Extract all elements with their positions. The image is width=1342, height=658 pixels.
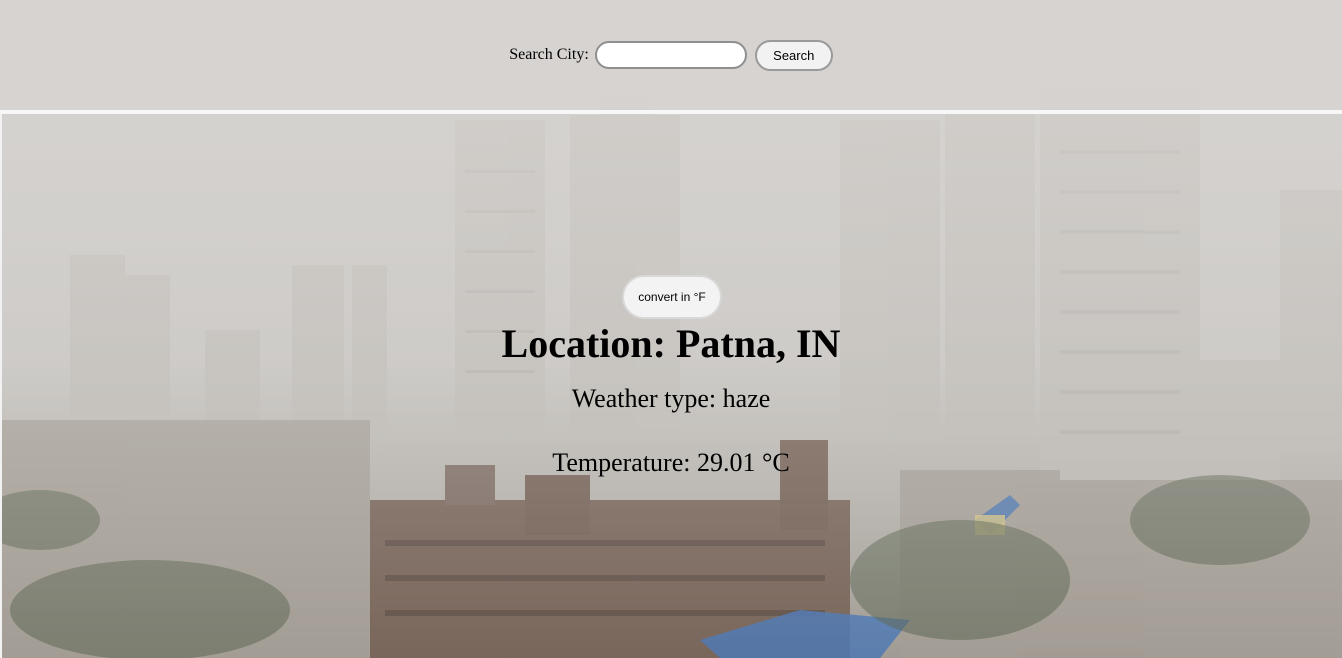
location-heading: Location: Patna, IN: [501, 321, 841, 366]
convert-to-fahrenheit-button[interactable]: convert in °F: [622, 275, 722, 319]
search-city-input[interactable]: [594, 41, 747, 69]
weather-app: Search City: Search convert in °F Locati…: [0, 0, 1342, 658]
search-button[interactable]: Search: [754, 39, 833, 71]
search-form: Search City: Search: [0, 38, 1342, 72]
temperature-text: Temperature: 29.01 °C: [552, 448, 790, 477]
weather-type-text: Weather type: haze: [571, 384, 771, 413]
search-city-label: Search City:: [509, 46, 589, 63]
